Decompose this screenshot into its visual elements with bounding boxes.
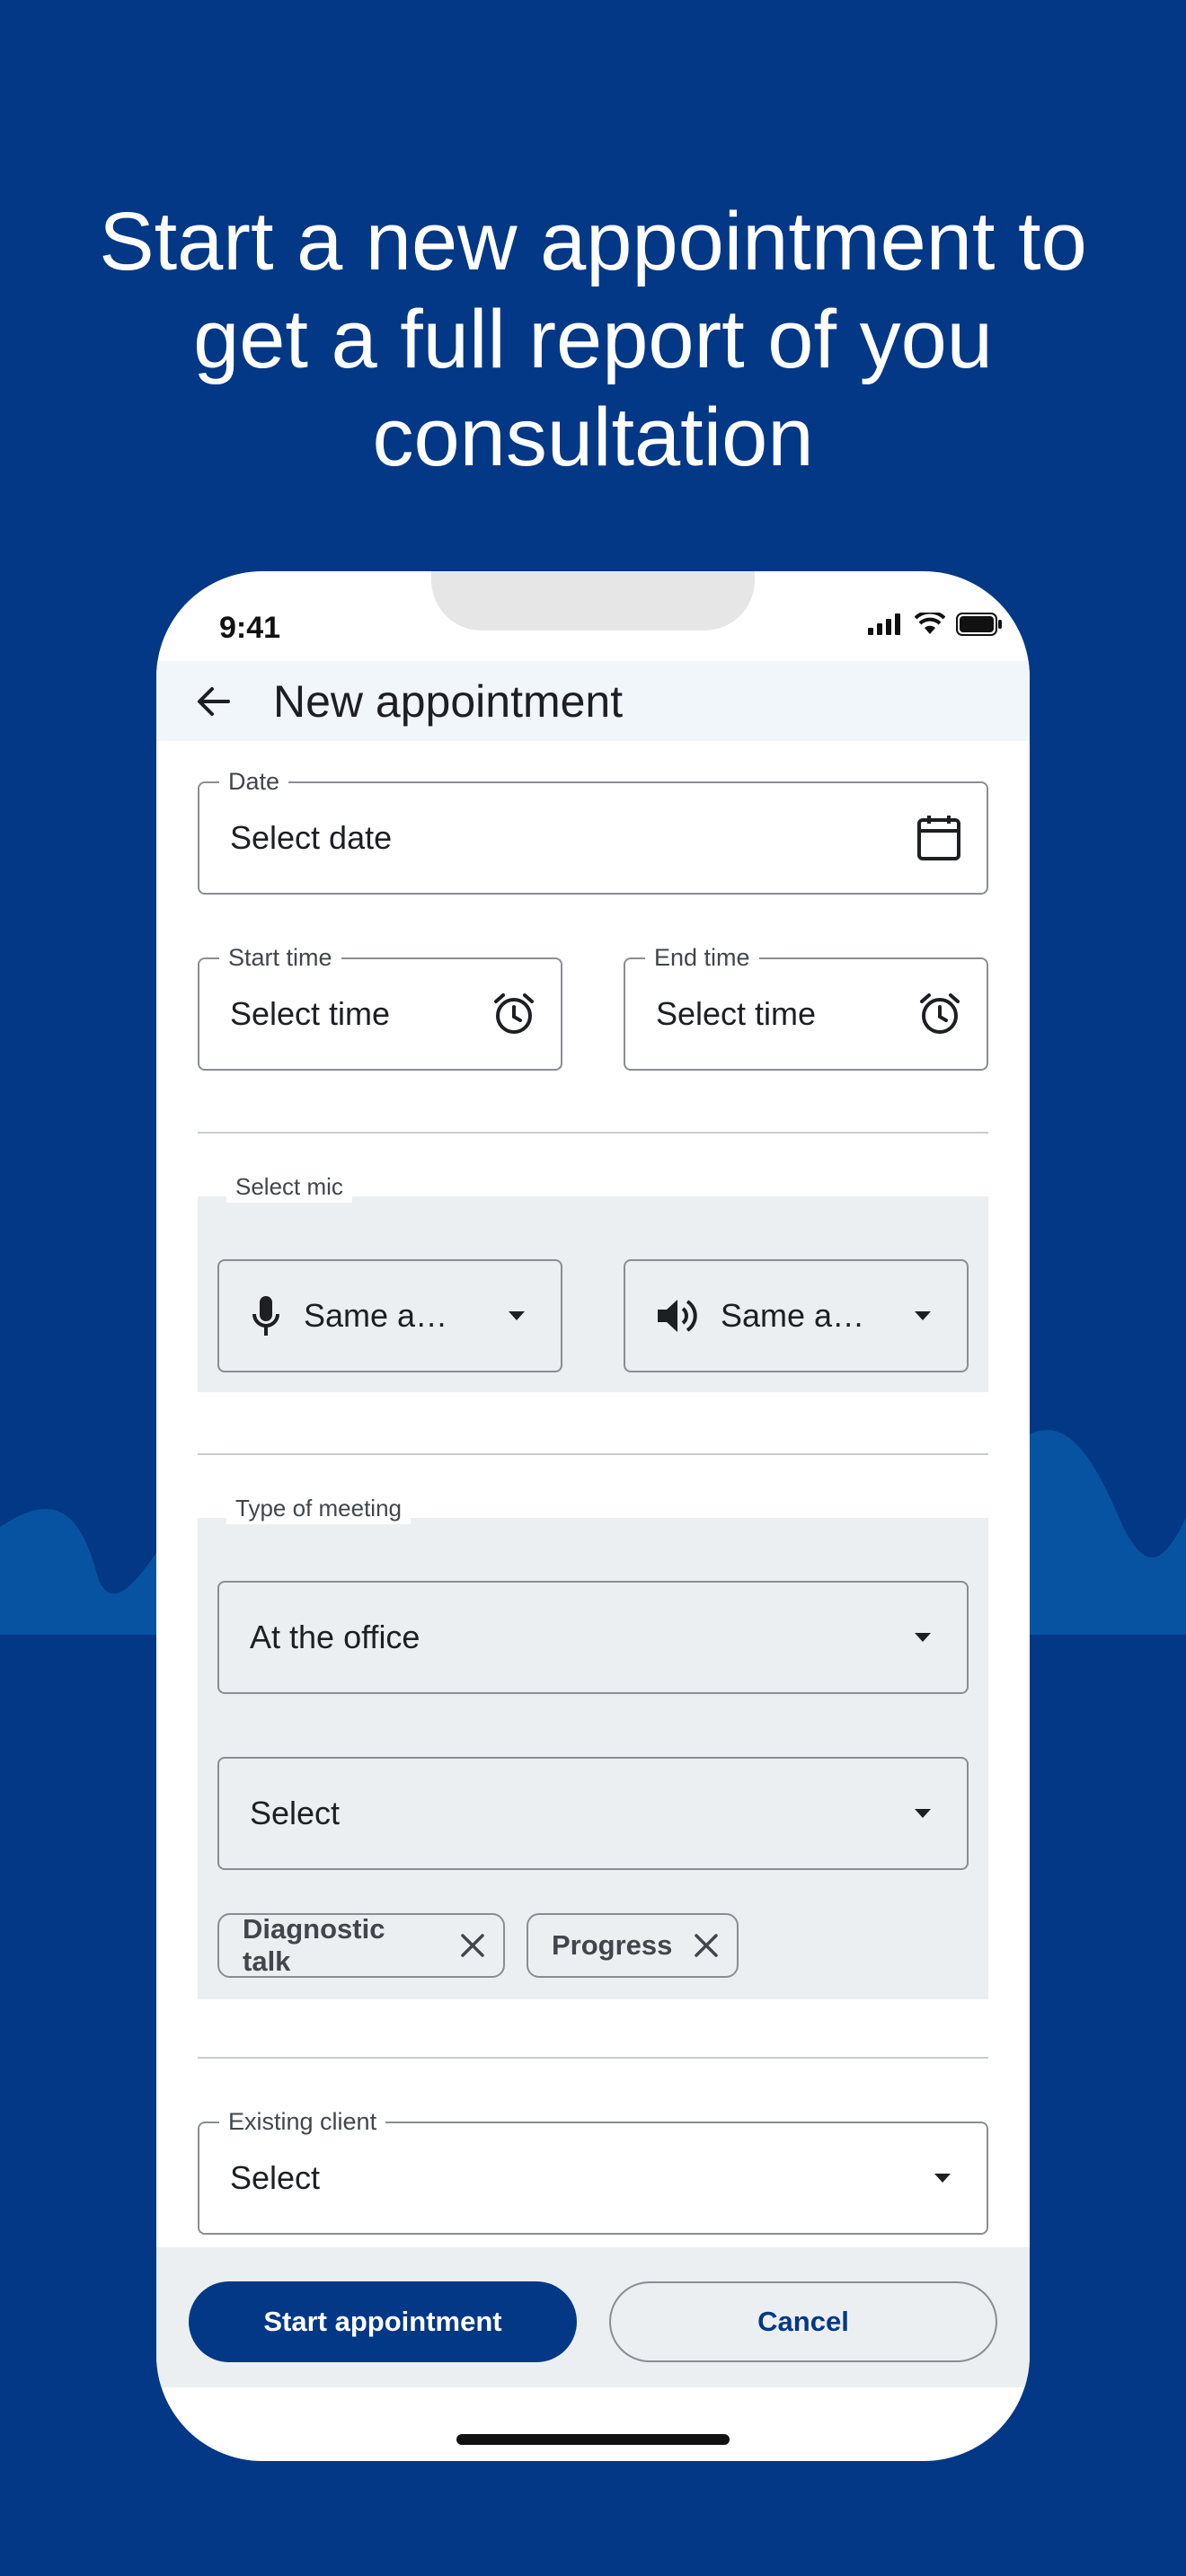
meeting-section-label: Type of meeting [226,1493,411,1524]
promo-headline: Start a new appointment to get a full re… [99,196,1087,483]
start-time-label: Start time [219,944,341,971]
divider [198,1453,988,1455]
date-field-label: Date [219,768,289,795]
mic-input-select[interactable]: Same a… [217,1259,562,1372]
meeting-type-select[interactable]: Select [217,1757,969,1870]
divider [198,2057,988,2059]
home-indicator [456,2434,730,2445]
phone-frame: 9:41 New appointment Date Select date St… [156,571,1030,2461]
status-time: 9:41 [219,611,281,645]
signal-icon [868,613,900,635]
start-time-field[interactable]: Start time Select time [198,944,562,1071]
speaker-icon [656,1296,699,1336]
existing-client-select[interactable]: Existing client Select [198,2108,988,2235]
page-title: New appointment [273,675,624,727]
mic-output-select[interactable]: Same a… [624,1259,969,1372]
chip-label: Progress [552,1929,673,1961]
end-time-value: Select time [656,995,817,1032]
mic-input-value: Same a… [304,1297,448,1334]
battery-icon [956,613,1002,636]
wifi-icon [915,613,945,634]
meeting-location-value: At the office [250,1619,420,1655]
meeting-location-select[interactable]: At the office [217,1581,969,1694]
cancel-button[interactable]: Cancel [609,2281,997,2362]
chevron-down-icon [915,1311,931,1320]
app-bar: New appointment [156,661,1030,741]
start-time-value: Select time [230,995,391,1032]
close-icon[interactable] [694,1933,719,1958]
phone-notch [431,571,755,631]
chip-diagnostic-talk: Diagnostic talk [217,1913,505,1978]
alarm-clock-icon[interactable] [492,992,535,1036]
chevron-down-icon [915,1633,931,1642]
bottom-action-bar: Start appointment Cancel [156,2247,1030,2387]
existing-client-label: Existing client [219,2108,386,2135]
divider [198,1132,988,1134]
chip-label: Diagnostic talk [243,1913,385,1977]
chevron-down-icon [934,2174,951,2183]
end-time-label: End time [645,944,759,971]
start-appointment-button[interactable]: Start appointment [189,2281,577,2362]
mic-output-value: Same a… [721,1297,865,1334]
mic-section-label: Select mic [226,1171,352,1203]
date-field-value: Select date [230,819,393,856]
end-time-field[interactable]: End time Select time [624,944,988,1071]
microphone-icon [250,1294,282,1337]
status-icons [868,613,1003,636]
alarm-clock-icon[interactable] [918,992,961,1036]
existing-client-value: Select [230,2159,321,2196]
back-button[interactable] [192,680,235,723]
chevron-down-icon [915,1809,931,1818]
date-field[interactable]: Date Select date [198,768,988,895]
meeting-type-value: Select [250,1795,341,1831]
arrow-left-icon [198,686,230,716]
chip-progress: Progress [527,1913,739,1978]
chevron-down-icon [509,1311,525,1320]
calendar-icon[interactable] [916,815,961,861]
close-icon[interactable] [460,1933,485,1958]
